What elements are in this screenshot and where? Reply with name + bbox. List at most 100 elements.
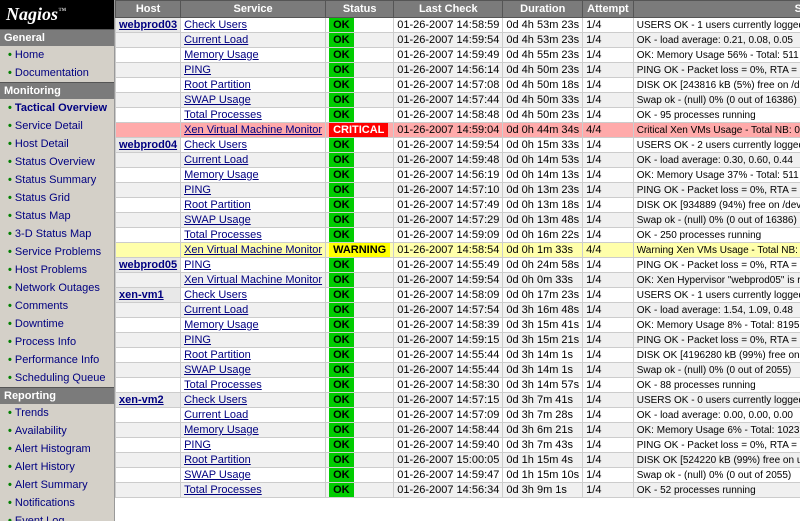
host-link[interactable]: webprod05 — [119, 259, 177, 271]
col-last-check[interactable]: Last Check — [394, 1, 503, 18]
col-duration[interactable]: Duration — [503, 1, 583, 18]
service-cell[interactable]: Current Load — [181, 303, 326, 318]
host-cell[interactable]: webprod03 — [116, 18, 181, 33]
col-info[interactable]: Status Information — [633, 1, 800, 18]
service-cell[interactable]: Xen Virtual Machine Monitor — [181, 123, 326, 138]
service-cell[interactable]: SWAP Usage — [181, 363, 326, 378]
sidebar-item-host-detail[interactable]: Host Detail — [0, 135, 114, 153]
service-cell[interactable]: Xen Virtual Machine Monitor — [181, 273, 326, 288]
host-link[interactable]: webprod04 — [119, 139, 177, 151]
sidebar-item-alert-summary[interactable]: Alert Summary — [0, 476, 114, 494]
col-status[interactable]: Status — [326, 1, 394, 18]
service-link[interactable]: Check Users — [184, 289, 247, 301]
service-cell[interactable]: Check Users — [181, 288, 326, 303]
sidebar-item-availability[interactable]: Availability — [0, 422, 114, 440]
service-link[interactable]: PING — [184, 334, 211, 346]
sidebar-item-status-grid[interactable]: Status Grid — [0, 189, 114, 207]
service-link[interactable]: Xen Virtual Machine Monitor — [184, 274, 322, 286]
sidebar-item-service-detail[interactable]: Service Detail — [0, 117, 114, 135]
service-cell[interactable]: Current Load — [181, 33, 326, 48]
service-cell[interactable]: Current Load — [181, 408, 326, 423]
service-link[interactable]: Current Load — [184, 34, 248, 46]
sidebar-item-trends[interactable]: Trends — [0, 404, 114, 422]
service-cell[interactable]: Total Processes — [181, 108, 326, 123]
service-link[interactable]: SWAP Usage — [184, 214, 251, 226]
service-link[interactable]: Xen Virtual Machine Monitor — [184, 244, 322, 256]
service-link[interactable]: Root Partition — [184, 199, 251, 211]
service-link[interactable]: Memory Usage — [184, 319, 259, 331]
service-cell[interactable]: Memory Usage — [181, 423, 326, 438]
host-link[interactable]: xen-vm1 — [119, 289, 164, 301]
service-link[interactable]: Root Partition — [184, 349, 251, 361]
service-link[interactable]: Total Processes — [184, 229, 262, 241]
service-cell[interactable]: PING — [181, 438, 326, 453]
col-attempt[interactable]: Attempt — [583, 1, 634, 18]
service-cell[interactable]: Xen Virtual Machine Monitor — [181, 243, 326, 258]
host-cell[interactable]: xen-vm2 — [116, 393, 181, 408]
service-link[interactable]: Check Users — [184, 394, 247, 406]
service-link[interactable]: SWAP Usage — [184, 94, 251, 106]
service-cell[interactable]: PING — [181, 258, 326, 273]
service-cell[interactable]: Current Load — [181, 153, 326, 168]
sidebar-item-alert-history[interactable]: Alert History — [0, 458, 114, 476]
service-cell[interactable]: Memory Usage — [181, 318, 326, 333]
sidebar-item-service-problems[interactable]: Service Problems — [0, 243, 114, 261]
service-cell[interactable]: Check Users — [181, 138, 326, 153]
sidebar-item-status-map[interactable]: Status Map — [0, 207, 114, 225]
sidebar-item-status-overview[interactable]: Status Overview — [0, 153, 114, 171]
sidebar-item-host-problems[interactable]: Host Problems — [0, 261, 114, 279]
sidebar-item-home[interactable]: Home — [0, 46, 114, 64]
service-cell[interactable]: Root Partition — [181, 78, 326, 93]
service-cell[interactable]: Memory Usage — [181, 168, 326, 183]
sidebar-item-alert-histogram[interactable]: Alert Histogram — [0, 440, 114, 458]
service-link[interactable]: PING — [184, 259, 211, 271]
service-cell[interactable]: Root Partition — [181, 198, 326, 213]
service-link[interactable]: Root Partition — [184, 454, 251, 466]
sidebar-item-documentation[interactable]: Documentation — [0, 64, 114, 82]
service-link[interactable]: Root Partition — [184, 79, 251, 91]
service-link[interactable]: Total Processes — [184, 379, 262, 391]
service-cell[interactable]: Memory Usage — [181, 48, 326, 63]
service-cell[interactable]: Root Partition — [181, 348, 326, 363]
service-cell[interactable]: SWAP Usage — [181, 93, 326, 108]
service-cell[interactable]: PING — [181, 63, 326, 78]
service-link[interactable]: Current Load — [184, 409, 248, 421]
service-link[interactable]: Total Processes — [184, 484, 262, 496]
service-link[interactable]: SWAP Usage — [184, 469, 251, 481]
service-cell[interactable]: Check Users — [181, 18, 326, 33]
host-link[interactable]: xen-vm2 — [119, 394, 164, 406]
service-link[interactable]: PING — [184, 64, 211, 76]
service-link[interactable]: Current Load — [184, 304, 248, 316]
service-cell[interactable]: Total Processes — [181, 483, 326, 498]
sidebar-item-3d-status-map[interactable]: 3-D Status Map — [0, 225, 114, 243]
service-cell[interactable]: Total Processes — [181, 228, 326, 243]
service-cell[interactable]: SWAP Usage — [181, 213, 326, 228]
service-cell[interactable]: PING — [181, 333, 326, 348]
service-cell[interactable]: Check Users — [181, 393, 326, 408]
service-link[interactable]: Memory Usage — [184, 424, 259, 436]
col-service[interactable]: Service — [181, 1, 326, 18]
service-link[interactable]: Check Users — [184, 139, 247, 151]
sidebar-item-status-summary[interactable]: Status Summary — [0, 171, 114, 189]
service-link[interactable]: SWAP Usage — [184, 364, 251, 376]
sidebar-item-notifications[interactable]: Notifications — [0, 494, 114, 512]
service-cell[interactable]: Total Processes — [181, 378, 326, 393]
sidebar-item-scheduling-queue[interactable]: Scheduling Queue — [0, 369, 114, 387]
sidebar-item-network-outages[interactable]: Network Outages — [0, 279, 114, 297]
service-link[interactable]: Total Processes — [184, 109, 262, 121]
sidebar-item-event-log[interactable]: Event Log — [0, 512, 114, 521]
host-link[interactable]: webprod03 — [119, 19, 177, 31]
service-link[interactable]: PING — [184, 439, 211, 451]
sidebar-item-performance-info[interactable]: Performance Info — [0, 351, 114, 369]
col-host[interactable]: Host — [116, 1, 181, 18]
host-cell[interactable]: webprod04 — [116, 138, 181, 153]
sidebar-item-process-info[interactable]: Process Info — [0, 333, 114, 351]
service-link[interactable]: Memory Usage — [184, 169, 259, 181]
sidebar-item-comments[interactable]: Comments — [0, 297, 114, 315]
service-cell[interactable]: Root Partition — [181, 453, 326, 468]
service-cell[interactable]: PING — [181, 183, 326, 198]
host-cell[interactable]: xen-vm1 — [116, 288, 181, 303]
service-link[interactable]: PING — [184, 184, 211, 196]
service-link[interactable]: Current Load — [184, 154, 248, 166]
service-cell[interactable]: SWAP Usage — [181, 468, 326, 483]
